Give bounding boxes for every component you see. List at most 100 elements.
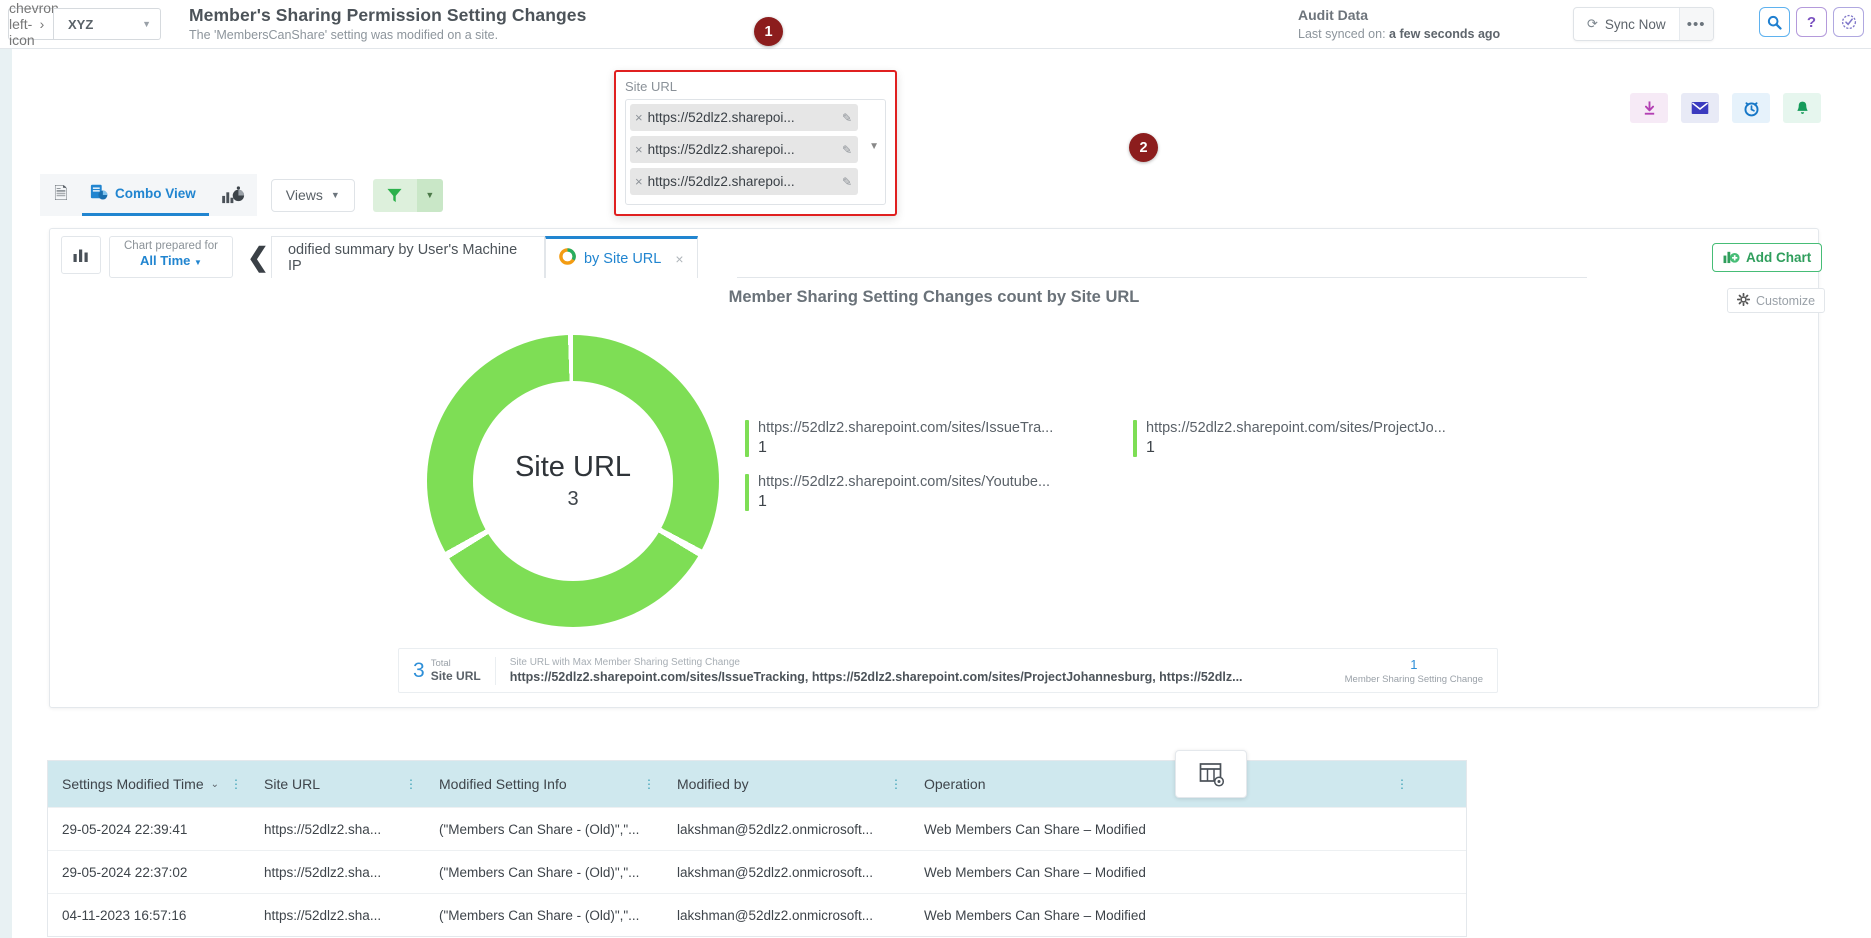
search-icon[interactable]	[1759, 7, 1790, 37]
audit-sync-status: Last synced on: a few seconds ago	[1298, 26, 1500, 42]
schedule-icon[interactable]	[1732, 93, 1770, 123]
close-icon[interactable]: ×	[635, 110, 643, 125]
column-header-spacer: ⋮	[1250, 761, 1466, 807]
column-header-settings-modified-time[interactable]: Settings Modified Time ⌄ ⋮	[48, 761, 250, 807]
table-row[interactable]: 29-05-2024 22:39:41 https://52dlz2.sha..…	[48, 807, 1466, 850]
column-menu-icon[interactable]: ⋮	[890, 777, 902, 791]
funnel-icon[interactable]	[373, 179, 417, 212]
chevron-down-icon: ▼	[142, 19, 151, 29]
alert-bell-icon[interactable]	[1783, 93, 1821, 123]
combo-view-icon	[90, 183, 108, 204]
tab-combo-view-label: Combo View	[115, 186, 196, 201]
chart-tab-by-site-url[interactable]: by Site URL ×	[545, 236, 698, 278]
cell-settings-modified-time: 04-11-2023 16:57:16	[48, 908, 250, 923]
gear-icon	[1737, 293, 1750, 309]
summary-metric-label: Member Sharing Setting Change	[1345, 674, 1483, 685]
cell-operation: Web Members Can Share – Modified	[910, 865, 1250, 880]
site-url-chip-label: https://52dlz2.sharepoi...	[648, 142, 838, 157]
app-root: chevron-left-icon › XYZ ▼ Member's Shari…	[0, 0, 1871, 938]
column-menu-icon[interactable]: ⋮	[643, 777, 655, 791]
donut-chart-icon	[559, 248, 576, 269]
page-subtitle: The 'MembersCanShare' setting was modifi…	[189, 28, 586, 44]
edit-pencil-icon[interactable]: ✎	[842, 143, 852, 157]
column-header-modified-setting-info[interactable]: Modified Setting Info ⋮	[425, 761, 663, 807]
document-view-icon[interactable]: 🗎	[40, 174, 82, 216]
site-url-chip[interactable]: × https://52dlz2.sharepoi... ✎	[630, 104, 858, 131]
step-badge-1: 1	[754, 17, 783, 46]
sort-caret-icon[interactable]: ⌄	[211, 779, 219, 790]
cell-modified-setting-info: ("Members Can Share - (Old)","...	[425, 908, 663, 923]
summary-max-caption: Site URL with Max Member Sharing Setting…	[510, 657, 1331, 668]
customize-label: Customize	[1756, 294, 1815, 308]
org-selector-value: XYZ	[68, 17, 93, 32]
summary-total: 3 Total Site URL	[399, 658, 495, 683]
chevron-right-icon[interactable]: ›	[31, 16, 53, 32]
chart-prepared-value-text: All Time	[140, 253, 190, 268]
download-icon[interactable]	[1630, 93, 1668, 123]
cell-operation: Web Members Can Share – Modified	[910, 822, 1250, 837]
action-icon-bar	[1630, 93, 1821, 123]
checklist-icon[interactable]	[1833, 7, 1864, 37]
site-url-chip[interactable]: × https://52dlz2.sharepoi... ✎	[630, 136, 858, 163]
column-header-label: Modified Setting Info	[439, 776, 567, 792]
edit-pencil-icon[interactable]: ✎	[842, 175, 852, 189]
chart-tab-machine-ip[interactable]: odified summary by User's Machine IP	[271, 236, 545, 278]
add-chart-label: Add Chart	[1746, 250, 1811, 265]
site-url-chip-list[interactable]: × https://52dlz2.sharepoi... ✎ × https:/…	[625, 99, 886, 205]
chart-tabs-prev-arrow[interactable]: ❮	[245, 236, 271, 278]
filter-toolbar: 🗎 Combo View Views ▼ ▼ Sett	[0, 173, 1871, 217]
edit-pencil-icon[interactable]: ✎	[842, 111, 852, 125]
sync-now-button[interactable]: ⟳ Sync Now	[1574, 8, 1679, 40]
column-menu-icon[interactable]: ⋮	[405, 777, 417, 791]
table-row[interactable]: 29-05-2024 22:37:02 https://52dlz2.sha..…	[48, 850, 1466, 893]
summary-total-caption: Total	[431, 658, 481, 669]
views-button[interactable]: Views ▼	[271, 179, 355, 212]
chevron-down-icon: ▼	[194, 258, 202, 267]
table-settings-icon[interactable]	[1175, 750, 1247, 798]
sync-more-button[interactable]: •••	[1679, 8, 1713, 40]
customize-button[interactable]: Customize	[1727, 288, 1825, 313]
bar-chart-icon[interactable]	[61, 236, 101, 274]
close-icon[interactable]: ×	[675, 251, 683, 267]
help-icon[interactable]: ?	[1796, 7, 1827, 37]
chart-view-icon[interactable]	[209, 174, 257, 216]
summary-metric: 1 Member Sharing Setting Change	[1345, 657, 1497, 685]
audit-data-title: Audit Data	[1298, 6, 1500, 24]
chart-prepared-for[interactable]: Chart prepared for All Time ▼	[109, 236, 233, 278]
cell-operation: Web Members Can Share – Modified	[910, 908, 1250, 923]
chart-prepared-label: Chart prepared for	[124, 240, 218, 252]
audit-data-block: Audit Data Last synced on: a few seconds…	[1298, 6, 1500, 42]
filter-dropdown-caret[interactable]: ▼	[417, 179, 443, 212]
chevron-left-icon[interactable]: chevron-left-icon	[9, 0, 31, 48]
column-header-modified-by[interactable]: Modified by ⋮	[663, 761, 910, 807]
nav-arrows: chevron-left-icon ›	[8, 8, 53, 40]
chart-tab-by-site-url-label: by Site URL	[584, 251, 661, 267]
column-menu-icon[interactable]: ⋮	[1396, 777, 1408, 791]
close-icon[interactable]: ×	[635, 142, 643, 157]
org-selector[interactable]: XYZ ▼	[53, 8, 161, 40]
column-header-label: Settings Modified Time	[62, 776, 204, 792]
legend-item[interactable]: https://52dlz2.sharepoint.com/sites/Proj…	[1133, 420, 1505, 457]
column-menu-icon[interactable]: ⋮	[230, 777, 242, 791]
summary-metric-number: 1	[1345, 657, 1483, 672]
cell-modified-by: lakshman@52dlz2.onmicrosoft...	[663, 865, 910, 880]
table-row[interactable]: 04-11-2023 16:57:16 https://52dlz2.sha..…	[48, 893, 1466, 936]
legend-item-value: 1	[1146, 439, 1446, 457]
email-icon[interactable]	[1681, 93, 1719, 123]
cell-modified-setting-info: ("Members Can Share - (Old)","...	[425, 865, 663, 880]
chevron-down-icon[interactable]: ▼	[869, 141, 879, 152]
legend-item[interactable]: https://52dlz2.sharepoint.com/sites/Yout…	[745, 474, 1117, 511]
close-icon[interactable]: ×	[635, 174, 643, 189]
chart-prepared-value: All Time ▼	[124, 253, 218, 268]
add-chart-button[interactable]: Add Chart	[1712, 243, 1822, 272]
tab-combo-view[interactable]: Combo View	[82, 174, 209, 216]
summary-max-value: https://52dlz2.sharepoint.com/sites/Issu…	[510, 670, 1331, 684]
column-header-site-url[interactable]: Site URL ⋮	[250, 761, 425, 807]
page-title: Member's Sharing Permission Setting Chan…	[189, 5, 586, 27]
legend-row: https://52dlz2.sharepoint.com/sites/Yout…	[745, 474, 1535, 528]
legend-item[interactable]: https://52dlz2.sharepoint.com/sites/Issu…	[745, 420, 1117, 457]
page-title-block: Member's Sharing Permission Setting Chan…	[189, 5, 586, 44]
chart-summary-bar: 3 Total Site URL Site URL with Max Membe…	[398, 648, 1498, 693]
site-url-chip[interactable]: × https://52dlz2.sharepoi... ✎	[630, 168, 858, 195]
site-url-label: Site URL	[625, 79, 886, 94]
